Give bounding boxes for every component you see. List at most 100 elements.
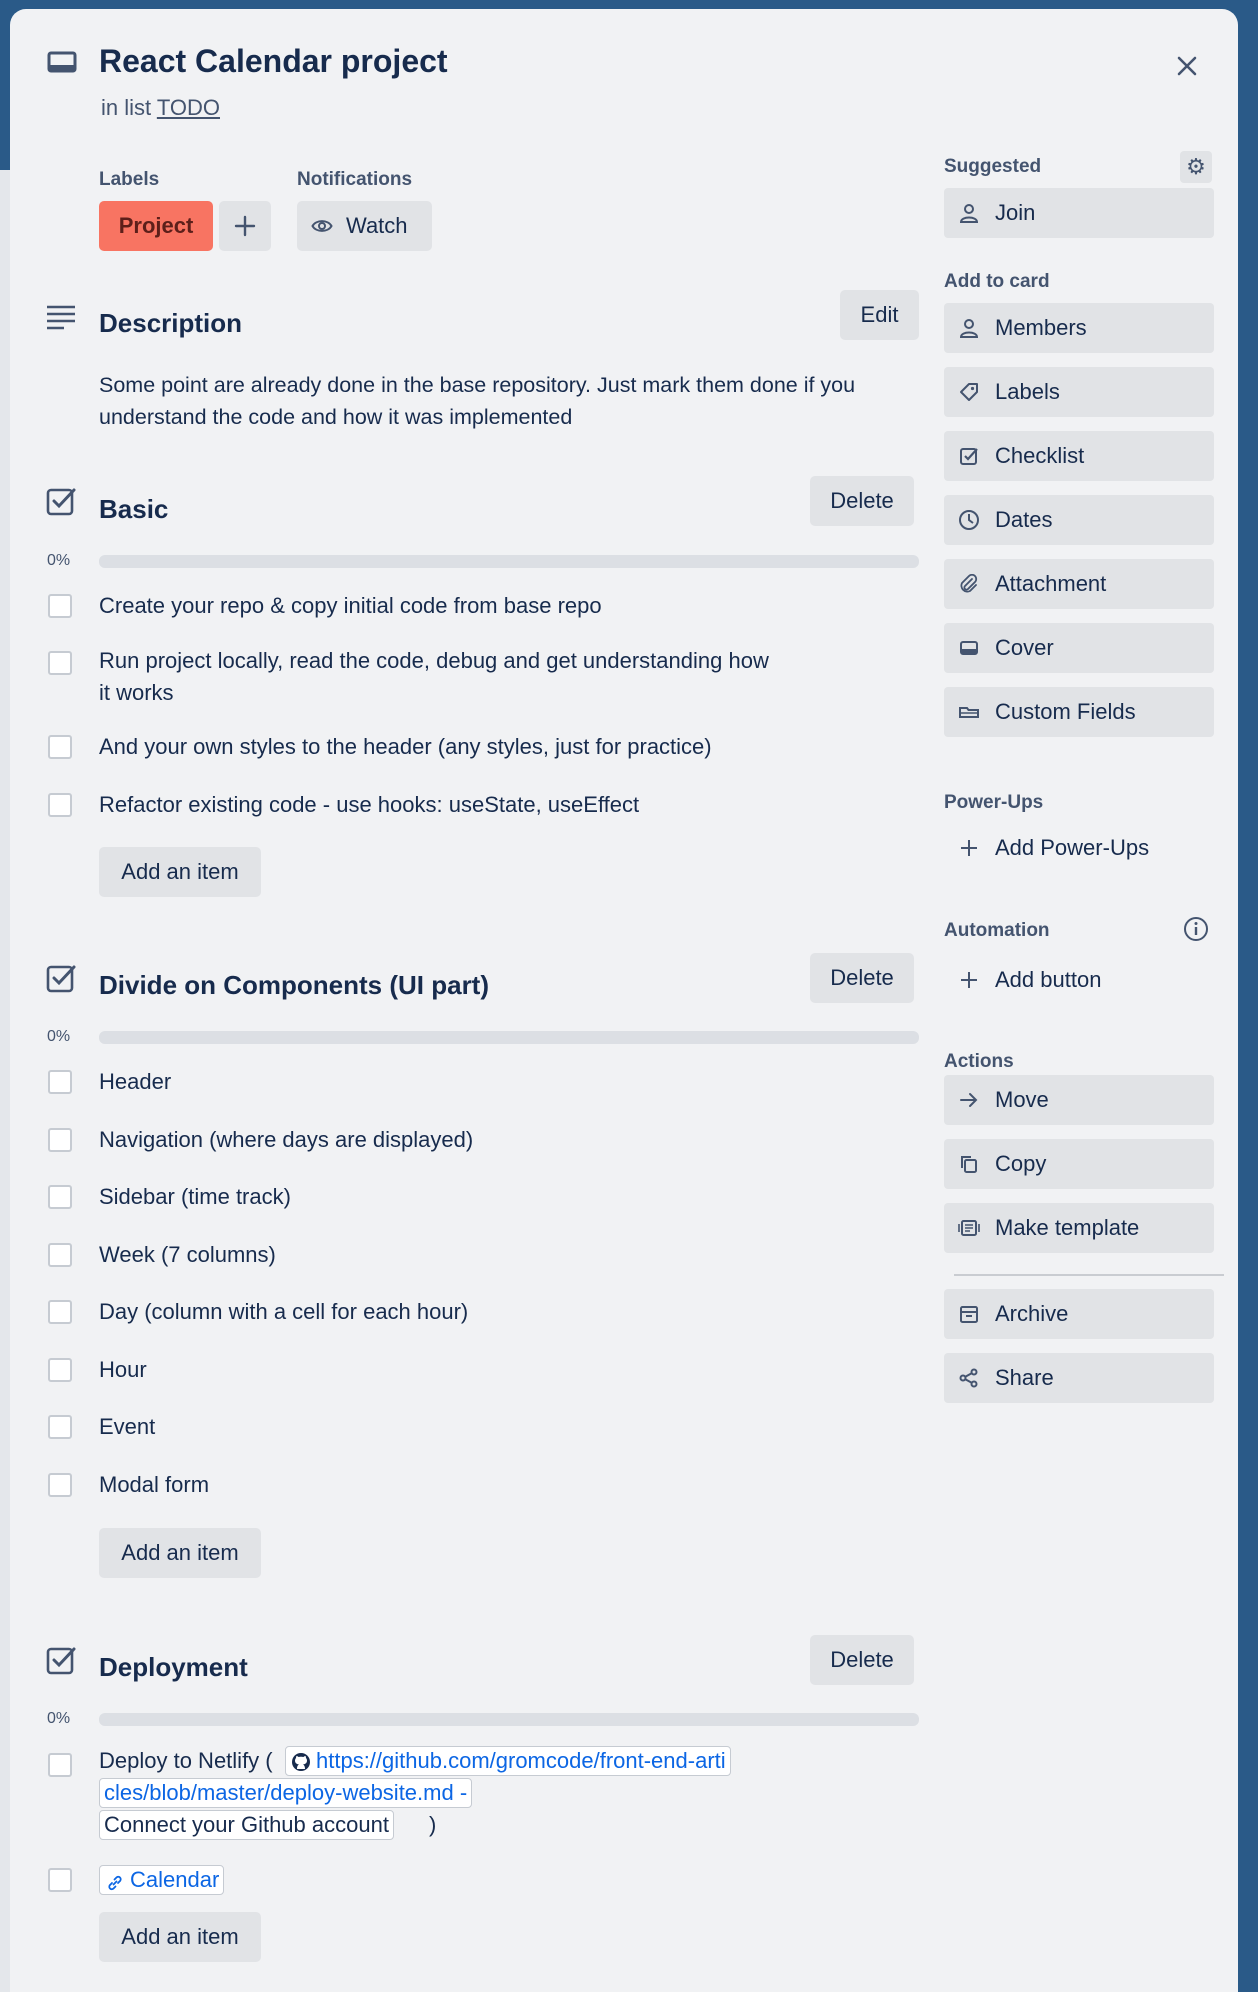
dates-button[interactable]: Dates — [944, 495, 1214, 545]
add-powerups-button[interactable]: Add Power-Ups — [944, 825, 1214, 871]
add-label-button[interactable] — [219, 201, 271, 251]
labels-button[interactable]: Labels — [944, 367, 1214, 417]
checklist-item-checkbox[interactable] — [48, 1358, 72, 1382]
checklist-item-checkbox[interactable] — [48, 1753, 72, 1777]
checklist-item-checkbox[interactable] — [48, 1473, 72, 1497]
clock-icon — [957, 508, 981, 532]
checklist-item-checkbox[interactable] — [48, 1415, 72, 1439]
github-link-line1[interactable]: https://github.com/gromcode/front-end-ar… — [316, 1748, 726, 1773]
checklist-title[interactable]: Deployment — [99, 1652, 248, 1683]
checklist-item-checkbox[interactable] — [48, 1300, 72, 1324]
github-link-chip[interactable]: https://github.com/gromcode/front-end-ar… — [285, 1746, 731, 1776]
checklist-item[interactable]: Header — [99, 1066, 171, 1098]
card-icon — [46, 47, 78, 79]
members-button[interactable]: Members — [944, 303, 1214, 353]
progress-bar — [99, 1031, 919, 1044]
checklist-icon — [46, 964, 76, 999]
custom-fields-label: Custom Fields — [995, 699, 1136, 724]
join-label: Join — [995, 200, 1036, 225]
close-button[interactable] — [1165, 44, 1209, 88]
checklist-item[interactable]: Day (column with a cell for each hour) — [99, 1296, 468, 1328]
members-label: Members — [995, 315, 1087, 340]
checklist-item[interactable]: Week (7 columns) — [99, 1239, 276, 1271]
share-icon — [957, 1366, 981, 1390]
checklist-item[interactable]: Refactor existing code - use hooks: useS… — [99, 789, 919, 821]
arrow-right-icon — [957, 1088, 981, 1112]
progress-percent: 0% — [47, 1028, 71, 1045]
make-template-button[interactable]: Make template — [944, 1203, 1214, 1253]
copy-icon — [957, 1152, 981, 1176]
add-item-button[interactable]: Add an item — [99, 1528, 261, 1578]
checklist-item[interactable]: Sidebar (time track) — [99, 1181, 291, 1213]
checklist-item-checkbox[interactable] — [48, 651, 72, 675]
custom-fields-button[interactable]: Custom Fields — [944, 687, 1214, 737]
checklist-item-checkbox[interactable] — [48, 1070, 72, 1094]
checklist-item[interactable]: Run project locally, read the code, debu… — [99, 645, 779, 709]
checklist-item-suffix: ) — [429, 1812, 437, 1837]
checklist-title[interactable]: Divide on Components (UI part) — [99, 970, 489, 1001]
copy-button[interactable]: Copy — [944, 1139, 1214, 1189]
share-button[interactable]: Share — [944, 1353, 1214, 1403]
add-to-card-heading: Add to card — [944, 271, 1050, 292]
github-link-chip-line3[interactable]: Connect your Github account — [99, 1810, 394, 1840]
checklist-item[interactable]: Modal form — [99, 1469, 209, 1501]
dates-label: Dates — [995, 507, 1053, 532]
description-heading: Description — [99, 308, 243, 338]
calendar-link-chip[interactable]: Calendar — [99, 1865, 225, 1895]
progress-bar — [99, 1713, 919, 1726]
card-detail-modal: React Calendar project in list TODO Labe… — [10, 9, 1238, 1992]
attachment-button[interactable]: Attachment — [944, 559, 1214, 609]
add-button-label: Add button — [995, 967, 1102, 992]
github-link-line3[interactable]: Connect your Github account — [104, 1812, 389, 1837]
archive-button[interactable]: Archive — [944, 1289, 1214, 1339]
join-button[interactable]: Join — [944, 188, 1214, 238]
progress-bar — [99, 555, 919, 568]
delete-checklist-button[interactable]: Delete — [810, 1635, 914, 1685]
person-icon — [957, 316, 981, 340]
plus-icon — [957, 836, 981, 860]
label-chip-project[interactable]: Project — [99, 201, 213, 251]
list-link[interactable]: TODO — [157, 95, 220, 120]
add-button-button[interactable]: Add button — [944, 957, 1214, 1003]
github-link-line2[interactable]: cles/blob/master/deploy-website.md - — [104, 1780, 467, 1805]
add-item-button[interactable]: Add an item — [99, 1912, 261, 1962]
checklist-item-checkbox[interactable] — [48, 1243, 72, 1267]
cover-button[interactable]: Cover — [944, 623, 1214, 673]
move-button[interactable]: Move — [944, 1075, 1214, 1125]
plus-icon — [957, 968, 981, 992]
add-item-button[interactable]: Add an item — [99, 847, 261, 897]
checklist-icon — [46, 487, 76, 522]
custom-fields-icon — [957, 700, 981, 724]
suggested-settings-button[interactable]: ⚙ — [1180, 151, 1212, 183]
edit-description-button[interactable]: Edit — [840, 290, 919, 340]
add-powerups-label: Add Power-Ups — [995, 835, 1150, 860]
info-icon[interactable] — [1183, 916, 1209, 947]
checklist-button[interactable]: Checklist — [944, 431, 1214, 481]
checklist-item[interactable]: Navigation (where days are displayed) — [99, 1124, 473, 1156]
suggested-heading: Suggested — [944, 156, 1042, 177]
checklist-item[interactable]: Create your repo & copy initial code fro… — [99, 590, 919, 622]
checklist-item-checkbox[interactable] — [48, 1128, 72, 1152]
calendar-link[interactable]: Calendar — [130, 1867, 219, 1892]
notifications-heading: Notifications — [297, 169, 413, 190]
watch-button[interactable]: Watch — [297, 201, 432, 251]
checklist-item-checkbox[interactable] — [48, 793, 72, 817]
delete-checklist-button[interactable]: Delete — [810, 953, 914, 1003]
checklist-item-prefix[interactable]: Deploy to Netlify ( — [99, 1745, 273, 1777]
github-link-chip-line2[interactable]: cles/blob/master/deploy-website.md - — [99, 1778, 473, 1808]
checklist-item[interactable]: Hour — [99, 1354, 147, 1386]
checklist-item-checkbox[interactable] — [48, 1185, 72, 1209]
checklist-title[interactable]: Basic — [99, 494, 168, 525]
checklist-item-checkbox[interactable] — [48, 1868, 72, 1892]
description-text[interactable]: Some point are already done in the base … — [99, 369, 929, 433]
labels-heading: Labels — [99, 169, 160, 190]
checklist-item-checkbox[interactable] — [48, 594, 72, 618]
labels-label: Labels — [995, 379, 1060, 404]
paperclip-icon — [957, 572, 981, 596]
delete-checklist-button[interactable]: Delete — [810, 476, 914, 526]
checklist-item[interactable]: Event — [99, 1411, 155, 1443]
checklist-item-checkbox[interactable] — [48, 735, 72, 759]
copy-label: Copy — [995, 1151, 1047, 1176]
checklist-item[interactable]: And your own styles to the header (any s… — [99, 731, 919, 763]
card-title[interactable]: React Calendar project — [99, 39, 448, 83]
